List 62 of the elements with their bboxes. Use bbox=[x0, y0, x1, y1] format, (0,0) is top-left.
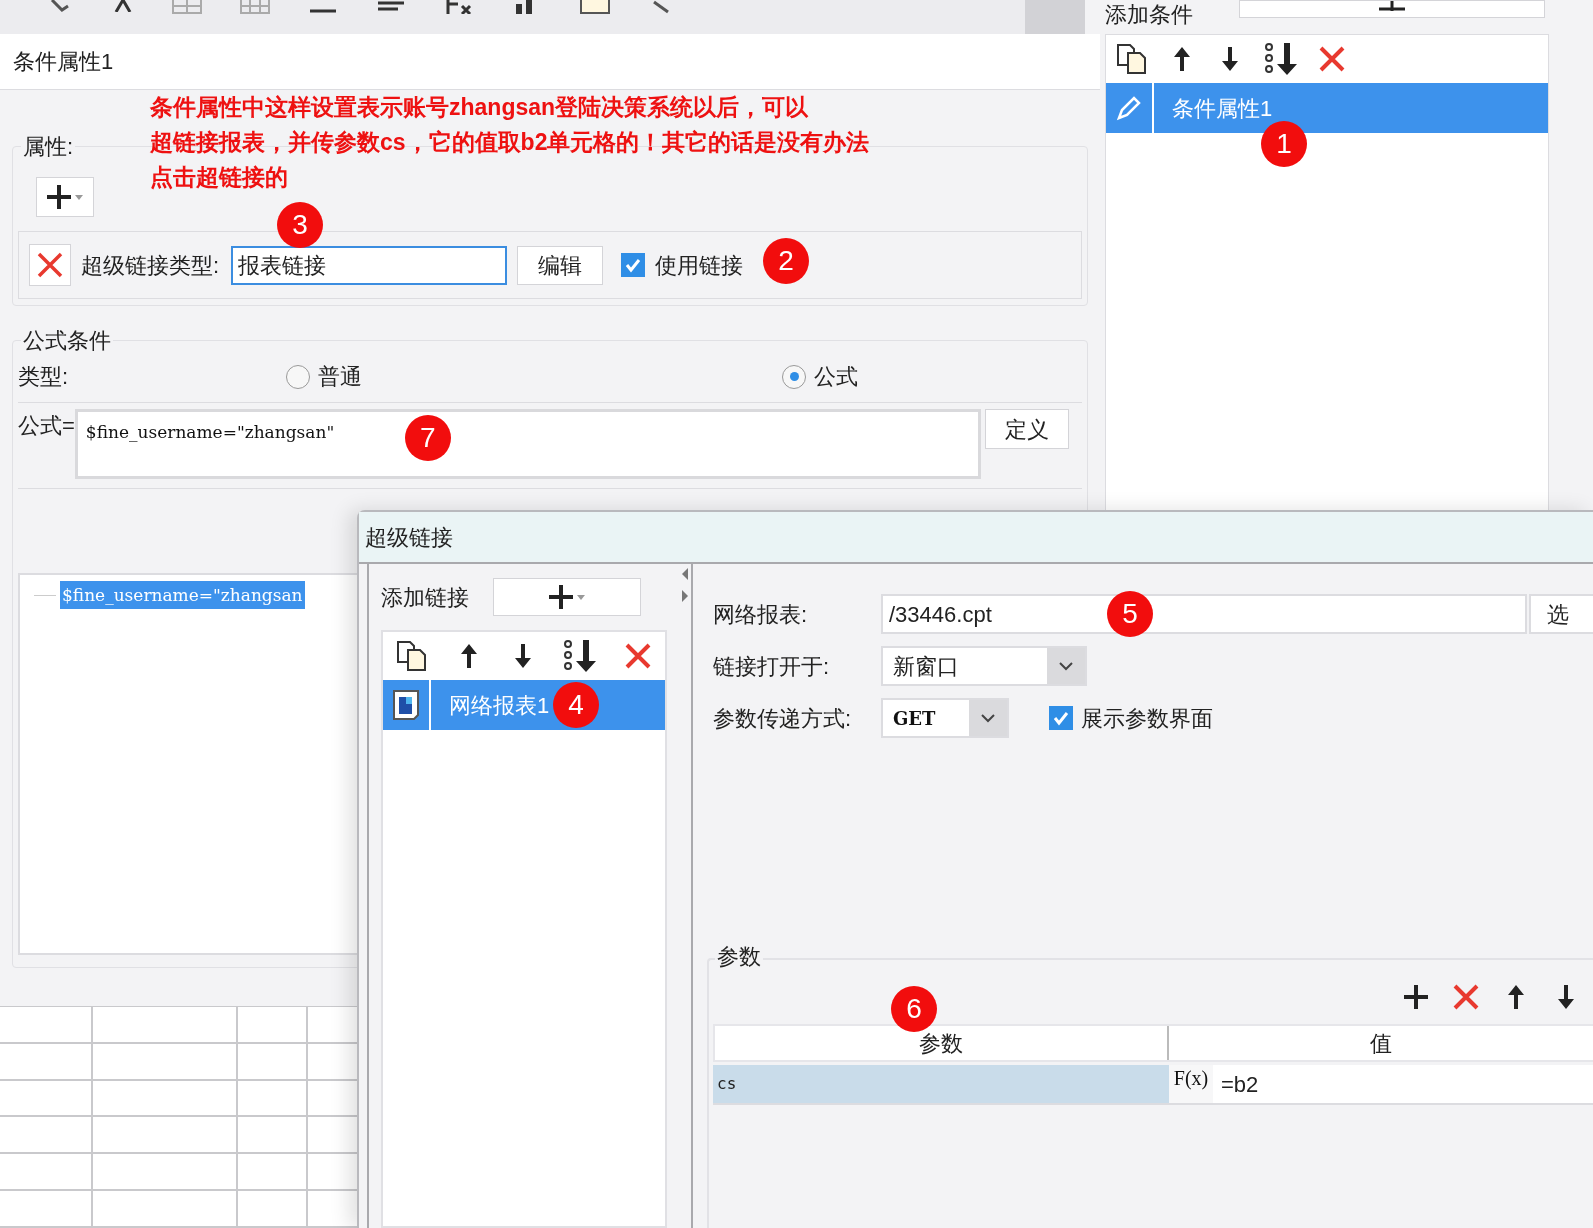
plus-caret-icon bbox=[45, 182, 85, 212]
panel-title: 条件属性1 bbox=[13, 48, 114, 76]
checkbox-label: 展示参数界面 bbox=[1081, 704, 1213, 733]
link-type-field[interactable]: 报表链接 bbox=[231, 245, 508, 285]
field-label: 网络报表: bbox=[713, 600, 809, 629]
open-in-dropdown[interactable]: 新窗口 bbox=[881, 646, 1087, 686]
value-field[interactable]: =b2 bbox=[1213, 1065, 1593, 1103]
checkmark-icon bbox=[624, 256, 643, 274]
chevron-down-icon bbox=[1058, 661, 1074, 671]
delete-icon bbox=[36, 251, 64, 279]
move-to-bottom-icon[interactable] bbox=[562, 638, 599, 674]
add-dropdown-button[interactable] bbox=[493, 578, 641, 616]
chevron-down-icon bbox=[980, 713, 996, 723]
remove-button[interactable] bbox=[29, 244, 71, 286]
add-dropdown-button[interactable] bbox=[36, 177, 94, 217]
annotation-text: 超链接报表，并传参数cs，它的值取b2单元格的！其它的话是没有办法 bbox=[150, 128, 870, 157]
collapse-arrow-icon[interactable] bbox=[681, 568, 689, 580]
condition-input-field[interactable] bbox=[1239, 0, 1545, 18]
field-label: 链接打开于: bbox=[713, 652, 831, 681]
formula-icon[interactable] bbox=[444, 0, 474, 14]
radio-label: 公式 bbox=[814, 363, 859, 391]
radio-button[interactable] bbox=[286, 364, 311, 389]
plus-caret-icon bbox=[547, 582, 587, 612]
plus-icon bbox=[1379, 1, 1405, 13]
annotation-text: 条件属性中这样设置表示账号zhangsan登陆决策系统以后，可以 bbox=[150, 93, 810, 122]
field-label: 类型: bbox=[18, 363, 69, 391]
field-label: 参数传递方式: bbox=[713, 704, 853, 733]
checkbox[interactable] bbox=[1049, 706, 1073, 730]
dialog-title: 超级链接 bbox=[365, 523, 453, 552]
field-label: 超级链接类型: bbox=[81, 251, 220, 280]
pencil-icon bbox=[1115, 94, 1143, 122]
radio-button[interactable] bbox=[782, 364, 807, 389]
method-dropdown[interactable]: GET bbox=[881, 698, 1009, 738]
choose-button[interactable]: 选 bbox=[1529, 594, 1593, 634]
checkmark-icon bbox=[1052, 709, 1070, 727]
column-header: 值 bbox=[1369, 1029, 1393, 1058]
add-link-label: 添加链接 bbox=[381, 583, 469, 612]
edit-button[interactable]: 编辑 bbox=[517, 245, 604, 285]
report-file-icon bbox=[392, 689, 420, 721]
plus-icon[interactable] bbox=[1401, 982, 1431, 1012]
move-to-bottom-icon[interactable] bbox=[1263, 41, 1299, 77]
annotation-text: 点击超链接的 bbox=[150, 163, 289, 192]
number-badge: 2 bbox=[763, 237, 810, 284]
table-cell: cs bbox=[713, 1065, 1169, 1103]
radio-label: 普通 bbox=[318, 363, 363, 391]
number-badge: 6 bbox=[891, 986, 937, 1032]
checkbox[interactable] bbox=[621, 253, 646, 277]
dropdown-arrow-button[interactable] bbox=[1047, 648, 1085, 684]
formula-button[interactable]: F(x) bbox=[1169, 1065, 1213, 1103]
delete-icon[interactable] bbox=[1451, 982, 1481, 1012]
number-badge: 3 bbox=[277, 201, 324, 248]
field-label: 公式= bbox=[18, 412, 75, 440]
define-button[interactable]: 定义 bbox=[984, 409, 1069, 449]
align-icon[interactable] bbox=[376, 0, 406, 14]
add-condition-label: 添加条件 bbox=[1105, 1, 1193, 29]
number-badge: 5 bbox=[1107, 591, 1153, 637]
number-badge: 1 bbox=[1261, 121, 1307, 167]
expand-arrow-icon[interactable] bbox=[681, 590, 689, 602]
copy-icon[interactable] bbox=[1115, 42, 1149, 76]
dropdown-arrow-button[interactable] bbox=[969, 700, 1007, 736]
delete-icon[interactable] bbox=[1317, 44, 1347, 74]
checkbox-label: 使用链接 bbox=[655, 251, 744, 280]
